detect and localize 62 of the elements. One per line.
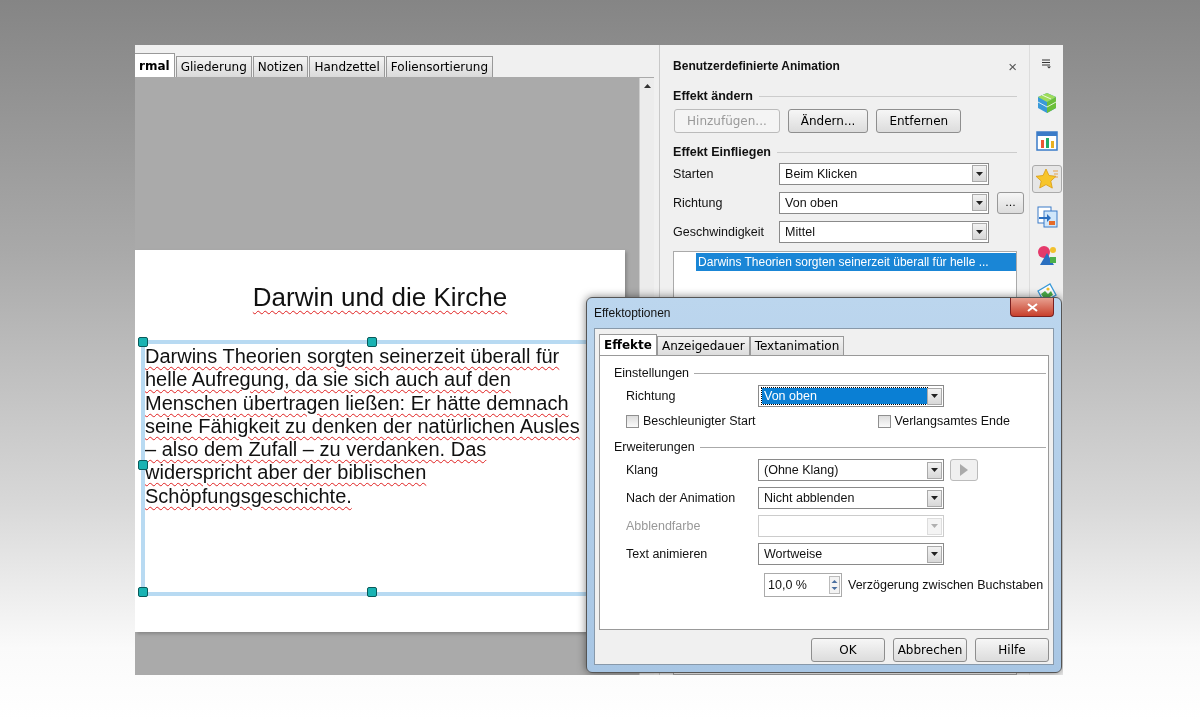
dropdown[interactable]: Von oben bbox=[758, 385, 944, 407]
section-heading: Effekt ändern bbox=[673, 89, 1018, 103]
field-label: Nach der Animation bbox=[626, 491, 737, 505]
caret-icon[interactable] bbox=[972, 165, 988, 182]
dialog-button[interactable]: Abbrechen bbox=[893, 638, 967, 662]
field-label: Richtung bbox=[673, 195, 724, 210]
field-label: Abblendfarbe bbox=[626, 519, 702, 533]
field-label: Verzögerung zwischen Buchstaben bbox=[848, 578, 1044, 592]
pane-button[interactable]: Ändern... bbox=[787, 109, 869, 133]
close-button[interactable]: × bbox=[1008, 57, 1018, 75]
field-label: Geschwindigkeit bbox=[673, 224, 766, 239]
view-tab[interactable]: Gliederung bbox=[175, 56, 252, 77]
view-tab[interactable]: Handzettel bbox=[309, 56, 385, 77]
dropdown[interactable]: Von oben bbox=[779, 191, 990, 214]
dialog-tab[interactable]: Effekte bbox=[599, 334, 657, 355]
dialog-button[interactable]: Hilfe bbox=[975, 638, 1049, 662]
pane-button[interactable]: Entfernen bbox=[876, 109, 962, 133]
spin-field[interactable]: 10,0 % bbox=[764, 573, 842, 597]
window-title: Effektoptionen bbox=[594, 306, 671, 320]
dialog-button[interactable]: OK bbox=[811, 638, 885, 662]
slide-body-text: Darwins Theorien sorgten seinerzeit überall für helle Aufregung, da sie sich auch auf den Menschen übertragen ließen: Er hätte demnach seine Fähigkeit zu denken der natürlichen Ausles – also dem Zufall – zu verdanken. Das widerspricht aber der biblischen Schöpfungsgeschichte. bbox=[145, 344, 580, 509]
caret-icon[interactable] bbox=[927, 387, 942, 405]
section-heading: Effekt Einfliegen bbox=[673, 145, 1018, 159]
group-heading: Erweiterungen bbox=[614, 438, 1046, 456]
resize-handle[interactable] bbox=[367, 587, 377, 597]
dialog-tab[interactable]: Anzeigedauer bbox=[656, 336, 750, 355]
dropdown[interactable]: Wortweise bbox=[758, 543, 944, 565]
dropdown[interactable]: (Ohne Klang) bbox=[758, 459, 944, 481]
options-button[interactable]: ... bbox=[997, 191, 1025, 214]
view-tab[interactable]: Foliensortierung bbox=[385, 56, 494, 77]
resize-handle[interactable] bbox=[138, 337, 148, 347]
close-button[interactable] bbox=[1010, 298, 1054, 317]
field-label: Richtung bbox=[626, 389, 677, 403]
group-heading: Einstellungen bbox=[614, 364, 1046, 382]
field-label: Klang bbox=[626, 463, 659, 477]
effect-item[interactable]: Darwins Theorien sorgten seinerzeit überall für helle ... bbox=[696, 253, 1017, 271]
resize-handle[interactable] bbox=[138, 587, 148, 597]
checkbox-label: Verlangsamtes Ende bbox=[894, 414, 1010, 428]
caret-icon[interactable] bbox=[972, 223, 988, 240]
scroll-up-arrow-icon[interactable] bbox=[643, 84, 651, 88]
spin-arrows-icon[interactable] bbox=[829, 576, 840, 594]
field-label: Text animieren bbox=[626, 547, 709, 561]
checkbox[interactable] bbox=[877, 414, 891, 428]
play-icon bbox=[960, 464, 968, 476]
view-tab[interactable]: rmal bbox=[135, 53, 175, 77]
pane-title: Benutzerdefinierte Animation bbox=[673, 59, 840, 73]
checkbox-label: Beschleunigter Start bbox=[643, 414, 756, 428]
caret-icon[interactable] bbox=[927, 489, 942, 507]
dialog-tab[interactable]: Textanimation bbox=[749, 336, 845, 355]
checkbox[interactable] bbox=[626, 414, 639, 428]
field-label: Starten bbox=[673, 166, 715, 181]
caret-icon[interactable] bbox=[972, 194, 988, 211]
resize-handle[interactable] bbox=[367, 337, 377, 347]
view-tab[interactable]: Notizen bbox=[252, 56, 309, 77]
slide-title: Darwin und die Kirche bbox=[252, 282, 508, 314]
caret-icon[interactable] bbox=[927, 545, 942, 563]
caret-icon[interactable] bbox=[927, 461, 942, 479]
dropdown[interactable]: Beim Klicken bbox=[779, 162, 990, 185]
close-icon bbox=[1026, 302, 1038, 312]
dropdown[interactable]: Nicht abblenden bbox=[758, 487, 944, 509]
dropdown[interactable]: Mittel bbox=[779, 220, 990, 243]
menu-icon[interactable] bbox=[1041, 59, 1052, 69]
